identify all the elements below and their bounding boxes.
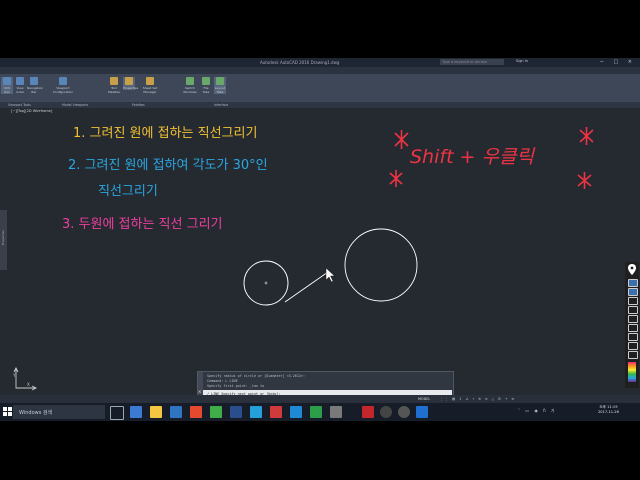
command-history-line: Command: L LINE xyxy=(207,379,238,383)
zoom-icon[interactable] xyxy=(628,297,638,305)
status-bar: Model Layout1 Layout2 + xyxy=(0,395,640,411)
app-icon[interactable] xyxy=(330,406,342,418)
task-view-icon[interactable] xyxy=(110,406,124,420)
app-icon[interactable] xyxy=(416,406,428,418)
file-explorer-icon[interactable] xyxy=(150,406,162,418)
svg-text:X: X xyxy=(27,382,30,387)
showmotion-icon[interactable] xyxy=(628,315,638,323)
app-icon[interactable] xyxy=(270,406,282,418)
app-icon[interactable] xyxy=(310,406,322,418)
pan-icon[interactable] xyxy=(628,288,638,296)
app-icon[interactable] xyxy=(250,406,262,418)
taskbar-search-box[interactable]: Windows 검색 xyxy=(13,405,105,419)
star-doodle xyxy=(389,170,403,187)
command-line-close-icon[interactable]: × xyxy=(198,389,201,394)
app-icon[interactable] xyxy=(380,406,392,418)
app-icon[interactable] xyxy=(290,406,302,418)
steering-wheel-icon[interactable] xyxy=(628,279,638,287)
command-history-line: Specify radius of circle or [Diameter] <… xyxy=(207,374,305,378)
clock-time: 오후 11:19 xyxy=(599,405,618,409)
circle-center-mark xyxy=(264,281,268,285)
model-space-toggle[interactable]: MODEL xyxy=(418,397,430,401)
taskbar-clock[interactable]: 오후 11:19 2017-11-26 xyxy=(598,405,619,414)
tangent-line-rubberband xyxy=(284,271,329,303)
orbit-icon[interactable] xyxy=(628,306,638,314)
copy-icon[interactable] xyxy=(628,342,638,350)
app-icon[interactable] xyxy=(230,406,242,418)
document-icon[interactable] xyxy=(628,351,638,359)
star-doodle xyxy=(394,130,409,149)
clock-date: 2017-11-26 xyxy=(598,409,619,414)
status-bar-toggles[interactable]: ⋮⋮ ▦ ↧ ∠ ⌖ ⊕ ≡ △ ⚙ + ≡ xyxy=(440,397,516,401)
star-doodle xyxy=(579,127,594,145)
windows-start-icon[interactable] xyxy=(3,407,12,416)
mouse-cursor-icon xyxy=(325,267,336,283)
store-icon[interactable] xyxy=(170,406,182,418)
color-palette-icon[interactable] xyxy=(628,362,636,382)
navigation-bar xyxy=(625,262,639,388)
map-pin-icon[interactable] xyxy=(625,263,639,277)
taskbar-search-text: Windows 검색 xyxy=(19,410,53,416)
edge-browser-icon[interactable] xyxy=(130,406,142,418)
star-doodle xyxy=(577,172,592,189)
autocad-taskbar-icon[interactable] xyxy=(362,406,374,418)
large-circle[interactable] xyxy=(344,228,418,302)
ucs-axis-icon: Y X xyxy=(12,366,38,391)
system-tray[interactable]: ˄ ▭ ◉ ɦ 가 xyxy=(518,408,557,414)
layer-icon[interactable] xyxy=(628,324,638,332)
app-icon[interactable] xyxy=(210,406,222,418)
app-icon[interactable] xyxy=(190,406,202,418)
lock-icon[interactable] xyxy=(628,333,638,341)
app-icon[interactable] xyxy=(398,406,410,418)
command-history-line: Specify first point: _tan to xyxy=(207,384,265,388)
svg-text:Y: Y xyxy=(12,373,16,378)
